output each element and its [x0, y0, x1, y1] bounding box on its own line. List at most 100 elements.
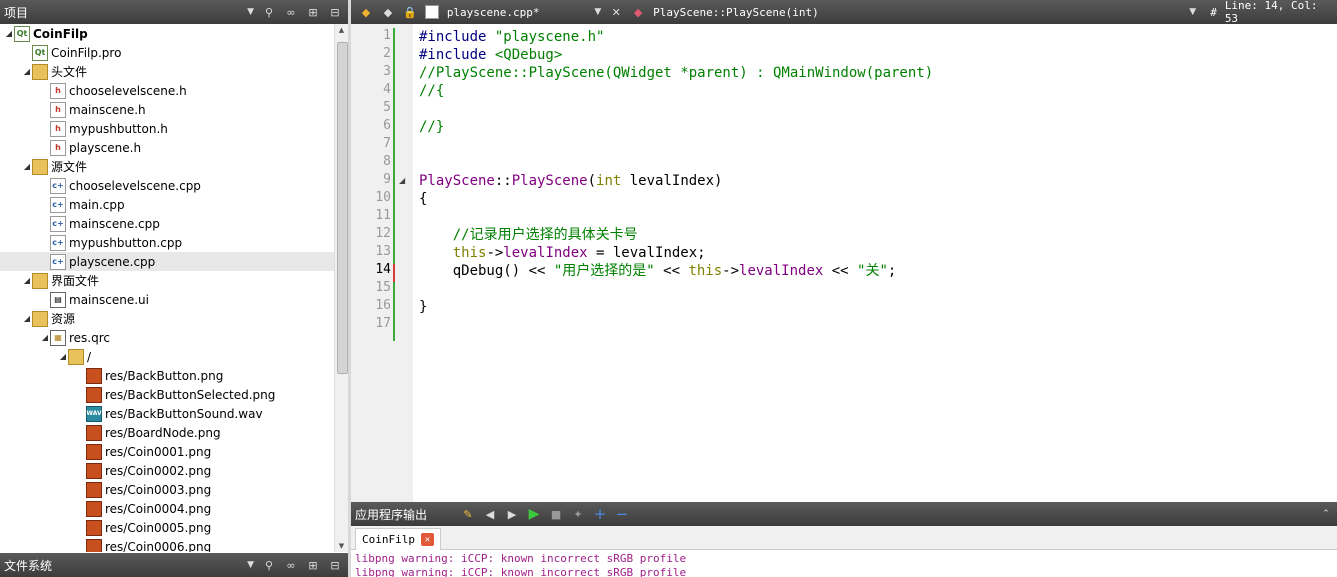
tree-item[interactable]: h playscene.h	[0, 138, 334, 157]
chevron-down-icon[interactable]: ▼	[1189, 7, 1196, 17]
tree-item[interactable]: res/Coin0005.png	[0, 518, 334, 537]
back-arrow-icon[interactable]: ◆	[359, 5, 373, 19]
tree-item[interactable]: res/Coin0006.png	[0, 537, 334, 552]
filter-icon[interactable]: ⚲	[262, 5, 276, 19]
forward-arrow-icon[interactable]: ◆	[381, 5, 395, 19]
run-icon[interactable]: ▶	[527, 506, 541, 522]
split-icon[interactable]: ⊞	[306, 5, 320, 19]
symbol-icon: ◆	[633, 5, 643, 19]
document-selector[interactable]: playscene.cpp*	[447, 6, 587, 19]
attach-icon[interactable]: ✦	[571, 507, 585, 521]
link-icon[interactable]: ∞	[284, 5, 298, 19]
tree-item[interactable]: ◢ ▦ res.qrc	[0, 328, 334, 347]
code-line[interactable]: #include <QDebug>	[419, 46, 562, 64]
tree-item[interactable]: c+ chooselevelscene.cpp	[0, 176, 334, 195]
line-number: 13	[375, 244, 391, 259]
tree-item[interactable]: c+ mainscene.cpp	[0, 214, 334, 233]
tree-item[interactable]: res/Coin0004.png	[0, 499, 334, 518]
filter-icon[interactable]: ⚲	[262, 558, 276, 572]
tree-item[interactable]: h mypushbutton.h	[0, 119, 334, 138]
tree-scrollbar[interactable]: ▲ ▼	[334, 24, 348, 552]
tree-item[interactable]: WAV res/BackButtonSound.wav	[0, 404, 334, 423]
code-token: "用户选择的是"	[553, 263, 655, 279]
image-file-icon	[86, 367, 102, 384]
tree-item-label: res/BoardNode.png	[105, 425, 221, 440]
tree-item-label: chooselevelscene.h	[69, 83, 187, 98]
tree-item[interactable]: ◢ 源文件	[0, 157, 334, 176]
expand-arrow-icon[interactable]: ◢	[22, 67, 32, 76]
code-line[interactable]: qDebug() << "用户选择的是" << this->levalIndex…	[419, 262, 897, 280]
chevron-down-icon[interactable]: ▼	[247, 560, 254, 570]
code-line[interactable]: PlayScene::PlayScene(int levalIndex)	[419, 172, 722, 190]
close-panel-icon[interactable]: ⊟	[328, 5, 342, 19]
line-number: 10	[375, 190, 391, 205]
expand-arrow-icon[interactable]: ◢	[22, 314, 32, 323]
project-panel-header: 项目 ▼ ⚲ ∞ ⊞ ⊟	[0, 0, 348, 24]
expand-arrow-icon[interactable]: ◢	[4, 29, 14, 38]
tree-item[interactable]: c+ mypushbutton.cpp	[0, 233, 334, 252]
tree-item[interactable]: c+ playscene.cpp	[0, 252, 334, 271]
next-item-icon[interactable]: ▶	[505, 507, 519, 521]
code-line[interactable]: {	[419, 190, 427, 208]
code-line[interactable]: this->levalIndex = levalIndex;	[419, 244, 706, 262]
tree-item[interactable]: res/Coin0002.png	[0, 461, 334, 480]
stop-icon[interactable]: ■	[549, 507, 563, 521]
expand-arrow-icon[interactable]: ◢	[40, 333, 50, 342]
cpp-file-icon: c+	[50, 196, 66, 213]
tree-item[interactable]: ▤ mainscene.ui	[0, 290, 334, 309]
close-icon[interactable]: ✕	[420, 533, 434, 546]
image-file-icon	[86, 519, 102, 536]
tree-item[interactable]: ◢ 头文件	[0, 62, 334, 81]
link-icon[interactable]: ∞	[284, 558, 298, 572]
scrollbar-thumb[interactable]	[337, 42, 348, 374]
tree-item[interactable]: c+ main.cpp	[0, 195, 334, 214]
code-line[interactable]: }	[419, 298, 427, 316]
tree-item[interactable]: res/BoardNode.png	[0, 423, 334, 442]
previous-item-icon[interactable]: ◀	[483, 507, 497, 521]
zoom-in-icon[interactable]: +	[593, 505, 607, 523]
tree-item[interactable]: res/BackButton.png	[0, 366, 334, 385]
line-number-gutter: ◢ 1 2 3 4 5 6 7 8 9 10 11 12 13 14 15 16 17	[351, 24, 413, 502]
tree-item[interactable]: ◢ Qt CoinFilp	[0, 24, 334, 43]
scroll-down-icon[interactable]: ▼	[335, 542, 348, 550]
expand-arrow-icon[interactable]: ◢	[58, 352, 68, 361]
tree-item[interactable]: Qt CoinFilp.pro	[0, 43, 334, 62]
code-line[interactable]: //记录用户选择的具体关卡号	[419, 226, 638, 244]
scroll-up-icon[interactable]: ▲	[335, 26, 348, 34]
code-line[interactable]: //PlayScene::PlayScene(QWidget *parent) …	[419, 64, 933, 82]
tree-item-label: 资源	[51, 312, 76, 326]
pro-file-icon: Qt	[32, 44, 48, 61]
chevron-down-icon[interactable]: ▼	[247, 7, 254, 17]
tree-item[interactable]: res/BackButtonSelected.png	[0, 385, 334, 404]
zoom-out-icon[interactable]: −	[615, 505, 629, 523]
expand-arrow-icon[interactable]: ◢	[22, 276, 32, 285]
code-token: PlayScene	[419, 173, 495, 189]
fold-arrow-icon[interactable]: ◢	[399, 176, 405, 185]
close-document-icon[interactable]: ✕	[609, 5, 623, 19]
tree-item-label: res/Coin0005.png	[105, 520, 212, 535]
code-line[interactable]: #include "playscene.h"	[419, 28, 604, 46]
tree-item[interactable]: ◢ 资源	[0, 309, 334, 328]
tree-item[interactable]: ◢ 界面文件	[0, 271, 334, 290]
code-line[interactable]: //}	[419, 118, 444, 136]
chevron-up-icon[interactable]: ⌃	[1319, 507, 1333, 521]
code-token: #include	[419, 47, 495, 63]
tree-item[interactable]: h chooselevelscene.h	[0, 81, 334, 100]
tree-item[interactable]: res/Coin0001.png	[0, 442, 334, 461]
code-line[interactable]: //{	[419, 82, 444, 100]
tree-item[interactable]: h mainscene.h	[0, 100, 334, 119]
expand-arrow-icon[interactable]: ◢	[22, 162, 32, 171]
tree-item[interactable]: ◢ /	[0, 347, 334, 366]
clear-output-icon[interactable]: ✎	[461, 507, 475, 521]
split-icon[interactable]: ⊞	[306, 558, 320, 572]
symbol-selector[interactable]: PlayScene::PlayScene(int)	[653, 6, 1181, 19]
tree-item-label: mainscene.ui	[69, 292, 149, 307]
code-token: (	[587, 173, 597, 189]
lock-icon[interactable]: 🔒	[403, 5, 417, 19]
output-tab-coinfilp[interactable]: CoinFilp ✕	[355, 528, 441, 550]
tree-item[interactable]: res/Coin0003.png	[0, 480, 334, 499]
code-editor[interactable]: ◢ 1 2 3 4 5 6 7 8 9 10 11 12 13 14 15 16 17 #include "pl…	[351, 24, 1337, 502]
chevron-down-icon[interactable]: ▼	[594, 7, 601, 17]
close-panel-icon[interactable]: ⊟	[328, 558, 342, 572]
